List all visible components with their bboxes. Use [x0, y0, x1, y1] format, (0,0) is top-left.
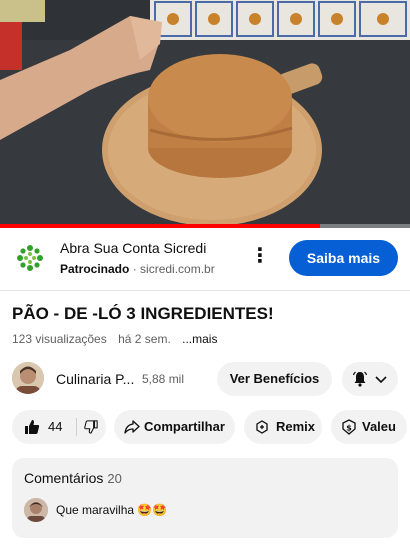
chevron-down-icon: [375, 376, 387, 384]
ad-separator: ·: [132, 262, 137, 276]
commenter-avatar-image: [24, 498, 48, 522]
sicredi-logo-icon: [17, 245, 43, 271]
video-player[interactable]: [0, 0, 410, 228]
top-comment-text: Que maravilha 🤩🤩: [56, 503, 168, 517]
svg-text:$: $: [346, 424, 352, 433]
video-frame-image: [0, 0, 410, 228]
remix-icon: [256, 420, 268, 434]
share-label: Compartilhar: [144, 419, 225, 434]
thumbs-down-icon[interactable]: [84, 419, 98, 435]
remix-label: Remix: [276, 419, 316, 434]
channel-avatar[interactable]: [12, 362, 44, 394]
commenter-avatar: [24, 498, 48, 522]
comments-header: Comentários 20: [24, 470, 122, 486]
super-thanks-icon: $: [342, 419, 356, 435]
comments-title: Comentários: [24, 470, 104, 486]
ad-subtitle: Patrocinado · sicredi.com.br: [60, 262, 215, 276]
like-dislike-group: 44: [12, 410, 106, 444]
notification-bell-button[interactable]: [342, 362, 398, 396]
sponsored-ad[interactable]: Abra Sua Conta Sicredi Patrocinado · sic…: [0, 228, 410, 290]
channel-name[interactable]: Culinaria P...: [56, 371, 134, 387]
ver-beneficios-button[interactable]: Ver Benefícios: [217, 362, 332, 396]
video-title[interactable]: PÃO - DE -LÓ 3 INGREDIENTES!: [12, 304, 274, 324]
comments-panel[interactable]: Comentários 20 Que maravilha 🤩🤩: [12, 458, 398, 538]
valeu-label: Valeu: [362, 419, 396, 434]
ad-title[interactable]: Abra Sua Conta Sicredi: [60, 240, 206, 256]
share-icon: [124, 420, 140, 434]
share-button[interactable]: Compartilhar: [114, 410, 235, 444]
more-link[interactable]: ...mais: [182, 332, 217, 346]
subscriber-count: 5,88 mil: [142, 372, 185, 386]
view-count: 123 visualizações: [12, 332, 107, 346]
sponsored-label: Patrocinado: [60, 262, 130, 276]
divider: [0, 290, 410, 291]
remix-button[interactable]: Remix: [244, 410, 322, 444]
like-divider: [76, 418, 77, 436]
ad-domain: sicredi.com.br: [140, 262, 215, 276]
valeu-button[interactable]: $ Valeu: [331, 410, 407, 444]
upload-age: há 2 sem.: [118, 332, 171, 346]
comments-count: 20: [107, 471, 122, 486]
bell-icon: [352, 371, 368, 387]
thumbs-up-icon[interactable]: [24, 419, 40, 435]
like-count: 44: [48, 419, 63, 434]
saiba-mais-button[interactable]: Saiba mais: [289, 240, 398, 276]
avatar-image: [12, 362, 44, 394]
more-vert-icon[interactable]: ⋮: [250, 244, 270, 270]
video-meta[interactable]: 123 visualizações há 2 sem. ...mais: [12, 332, 225, 346]
